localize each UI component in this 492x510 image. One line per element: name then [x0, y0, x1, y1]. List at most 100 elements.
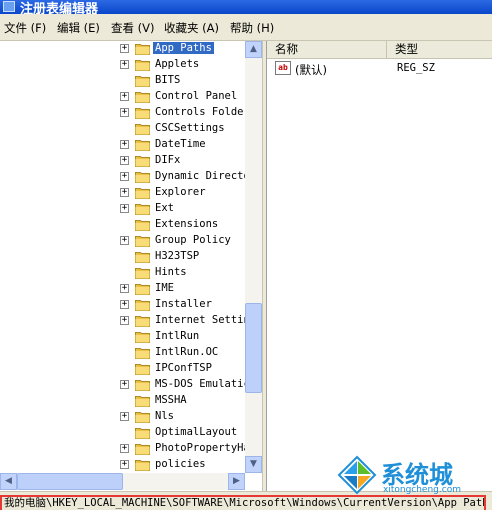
tree-item[interactable]: BITS — [0, 73, 245, 89]
tree-item[interactable]: + Control Panel — [0, 89, 245, 105]
expand-plus-icon[interactable]: + — [120, 140, 129, 149]
expand-plus-icon[interactable]: + — [120, 444, 129, 453]
tree-item[interactable]: Extensions — [0, 217, 245, 233]
tree-item[interactable]: + IME — [0, 281, 245, 297]
tree-item-label: DateTime — [155, 138, 206, 150]
folder-icon — [135, 380, 150, 391]
tree-item[interactable]: + MS-DOS Emulatic — [0, 377, 247, 393]
folder-icon — [135, 236, 150, 247]
tree-item[interactable]: + policies — [0, 457, 245, 473]
tree-item-label: Internet Settin — [155, 314, 247, 326]
tree-item[interactable]: + Ext — [0, 201, 245, 217]
folder-icon — [135, 108, 150, 119]
value-type: REG_SZ — [397, 62, 435, 74]
scroll-thumb-horizontal[interactable] — [17, 473, 123, 490]
regedit-icon — [3, 1, 15, 12]
tree-item[interactable]: H323TSP — [0, 249, 245, 265]
tree-item-label: Dynamic Directo — [155, 170, 247, 182]
tree-item[interactable]: + Nls — [0, 409, 245, 425]
column-header-type[interactable]: 类型 — [387, 41, 492, 59]
tree-item[interactable]: + DIFx — [0, 153, 245, 169]
expand-plus-icon[interactable]: + — [120, 236, 129, 245]
folder-icon — [135, 76, 150, 87]
tree-item[interactable]: + Applets — [0, 57, 245, 73]
tree-item-label: PhotoPropertyHa — [155, 442, 247, 454]
folder-icon — [135, 444, 150, 455]
folder-icon — [135, 188, 150, 199]
menu-favorites[interactable]: 收藏夹 (A) — [164, 20, 219, 36]
menu-bar: 文件 (F) 编辑 (E) 查看 (V) 收藏夹 (A) 帮助 (H) — [0, 14, 492, 41]
expand-plus-icon[interactable]: + — [120, 204, 129, 213]
expand-plus-icon[interactable]: + — [120, 92, 129, 101]
tree-item[interactable]: + Explorer — [0, 185, 245, 201]
string-value-icon: ab — [275, 61, 291, 75]
value-row[interactable]: ab (默认) REG_SZ — [267, 61, 492, 77]
tree-item[interactable]: + PhotoPropertyHa — [0, 441, 247, 457]
scroll-thumb[interactable] — [245, 303, 262, 393]
expand-plus-icon[interactable]: + — [120, 300, 129, 309]
scroll-right-icon[interactable]: ▶ — [228, 473, 245, 490]
folder-icon — [135, 140, 150, 151]
tree-item[interactable]: + Dynamic Directo — [0, 169, 247, 185]
tree-item-label: IPConfTSP — [155, 362, 212, 374]
tree-item-label: BITS — [155, 74, 181, 86]
menu-view[interactable]: 查看 (V) — [111, 20, 155, 36]
folder-icon — [135, 460, 150, 471]
scroll-up-icon[interactable]: ▲ — [245, 41, 262, 58]
expand-plus-icon[interactable]: + — [120, 60, 129, 69]
expand-plus-icon[interactable]: + — [120, 172, 129, 181]
expand-plus-icon[interactable]: + — [120, 284, 129, 293]
tree-item[interactable]: OptimalLayout — [0, 425, 245, 441]
tree-item[interactable]: + Internet Settin — [0, 313, 247, 329]
tree-item[interactable]: CSCSettings — [0, 121, 245, 137]
tree-item-label: MS-DOS Emulatic — [155, 378, 247, 390]
expand-plus-icon[interactable]: + — [120, 412, 129, 421]
tree-item[interactable]: + App Paths — [0, 41, 245, 57]
menu-help[interactable]: 帮助 (H) — [230, 20, 274, 36]
expand-plus-icon[interactable]: + — [120, 316, 129, 325]
expand-plus-icon[interactable]: + — [120, 156, 129, 165]
folder-icon — [135, 300, 150, 311]
scroll-left-icon[interactable]: ◀ — [0, 473, 17, 490]
tree-item-label: CSCSettings — [155, 122, 225, 134]
tree-item[interactable]: + Controls Folder — [0, 105, 247, 121]
tree-item-label: Extensions — [155, 218, 219, 230]
tree-item-label: Ext — [155, 202, 174, 214]
tree-item[interactable]: + DateTime — [0, 137, 245, 153]
expand-plus-icon[interactable]: + — [120, 108, 129, 117]
folder-icon — [135, 44, 150, 55]
tree-item[interactable]: + Installer — [0, 297, 245, 313]
folder-icon — [135, 268, 150, 279]
scroll-down-icon[interactable]: ▼ — [245, 456, 262, 473]
tree-item-label: DIFx — [155, 154, 181, 166]
tree-item[interactable]: IntlRun — [0, 329, 245, 345]
folder-icon — [135, 124, 150, 135]
menu-file[interactable]: 文件 (F) — [4, 20, 46, 36]
folder-icon — [135, 284, 150, 295]
tree-item[interactable]: IPConfTSP — [0, 361, 245, 377]
tree-item[interactable]: Hints — [0, 265, 245, 281]
expand-plus-icon[interactable]: + — [120, 44, 129, 53]
value-name: (默认) — [295, 63, 327, 77]
folder-icon — [135, 220, 150, 231]
tree-horizontal-scrollbar[interactable]: ◀ ▶ — [0, 473, 245, 490]
tree-item[interactable]: IntlRun.OC — [0, 345, 245, 361]
tree-vertical-scrollbar[interactable]: ▲ ▼ — [245, 41, 262, 473]
tree-item-label: IntlRun.OC — [155, 346, 219, 358]
menu-edit[interactable]: 编辑 (E) — [57, 20, 100, 36]
folder-icon — [135, 252, 150, 263]
folder-icon — [135, 332, 150, 343]
tree-item-label: Control Panel — [155, 90, 238, 102]
tree-item[interactable]: MSSHA — [0, 393, 245, 409]
tree-item-label: OptimalLayout — [155, 426, 238, 438]
key-tree-pane: + App Paths + Applets BITS + Control Panel + Con… — [0, 41, 263, 491]
tree-item-label: policies — [155, 458, 206, 470]
tree-item[interactable]: + Group Policy — [0, 233, 245, 249]
folder-icon — [135, 172, 150, 183]
tree-item-label: Installer — [155, 298, 212, 310]
watermark: 系统城 xitongcheng.com — [337, 455, 489, 499]
expand-plus-icon[interactable]: + — [120, 460, 129, 469]
expand-plus-icon[interactable]: + — [120, 188, 129, 197]
column-header-name[interactable]: 名称 — [267, 41, 387, 59]
expand-plus-icon[interactable]: + — [120, 380, 129, 389]
